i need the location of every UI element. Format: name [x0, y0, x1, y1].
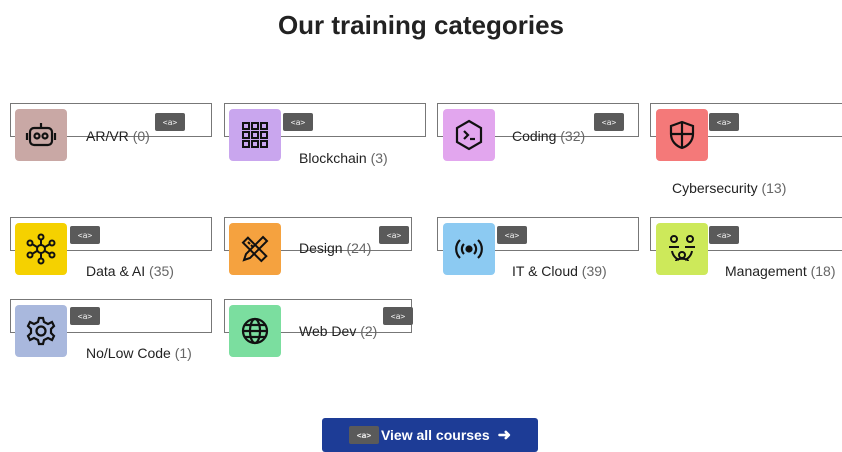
- anchor-badge: <a>: [283, 113, 313, 131]
- arrow-right-icon: ➜: [497, 427, 512, 444]
- blockchain-grid-icon: [242, 122, 268, 148]
- robot-face-icon: [25, 123, 57, 147]
- category-label[interactable]: Coding (32): [512, 128, 585, 144]
- globe-icon: [241, 317, 269, 345]
- anchor-badge: <a>: [70, 307, 100, 325]
- category-tile: [443, 223, 495, 275]
- category-tile: [15, 305, 67, 357]
- shield-icon: [669, 120, 695, 150]
- anchor-badge: <a>: [497, 226, 527, 244]
- category-label[interactable]: Design (24): [299, 240, 371, 256]
- anchor-badge: <a>: [379, 226, 409, 244]
- category-label[interactable]: Management (18): [725, 263, 836, 279]
- anchor-badge: <a>: [594, 113, 624, 131]
- category-label[interactable]: AR/VR (0): [86, 128, 150, 144]
- cta-label: View all courses: [380, 427, 490, 443]
- category-tile: [229, 109, 281, 161]
- category-label[interactable]: Web Dev (2): [299, 323, 377, 339]
- page-title: Our training categories: [277, 10, 565, 40]
- anchor-badge: <a>: [383, 307, 413, 325]
- anchor-badge: <a>: [70, 226, 100, 244]
- category-tile: [15, 223, 67, 275]
- ruler-pencil-icon: [241, 235, 269, 263]
- gear-icon: [26, 316, 56, 346]
- category-label[interactable]: IT & Cloud (39): [512, 263, 607, 279]
- terminal-prompt-icon: [455, 119, 483, 151]
- category-tile: [229, 305, 281, 357]
- anchor-badge: <a>: [709, 226, 739, 244]
- broadcast-signal-icon: [455, 239, 483, 259]
- category-tile: [229, 223, 281, 275]
- anchor-badge: <a>: [348, 426, 379, 444]
- category-label[interactable]: Blockchain (3): [299, 150, 388, 166]
- category-label[interactable]: No/Low Code (1): [86, 345, 192, 361]
- anchor-badge: <a>: [155, 113, 185, 131]
- category-label[interactable]: Cybersecurity (13): [672, 180, 786, 196]
- network-nodes-icon: [26, 233, 56, 265]
- category-tile: [15, 109, 67, 161]
- view-all-courses-button[interactable]: <a> View all courses ➜: [322, 418, 538, 452]
- anchor-badge: <a>: [709, 113, 739, 131]
- team-hierarchy-icon: [669, 235, 695, 262]
- category-tile: [656, 109, 708, 161]
- category-tile: [656, 223, 708, 275]
- category-tile: [443, 109, 495, 161]
- category-label[interactable]: Data & AI (35): [86, 263, 174, 279]
